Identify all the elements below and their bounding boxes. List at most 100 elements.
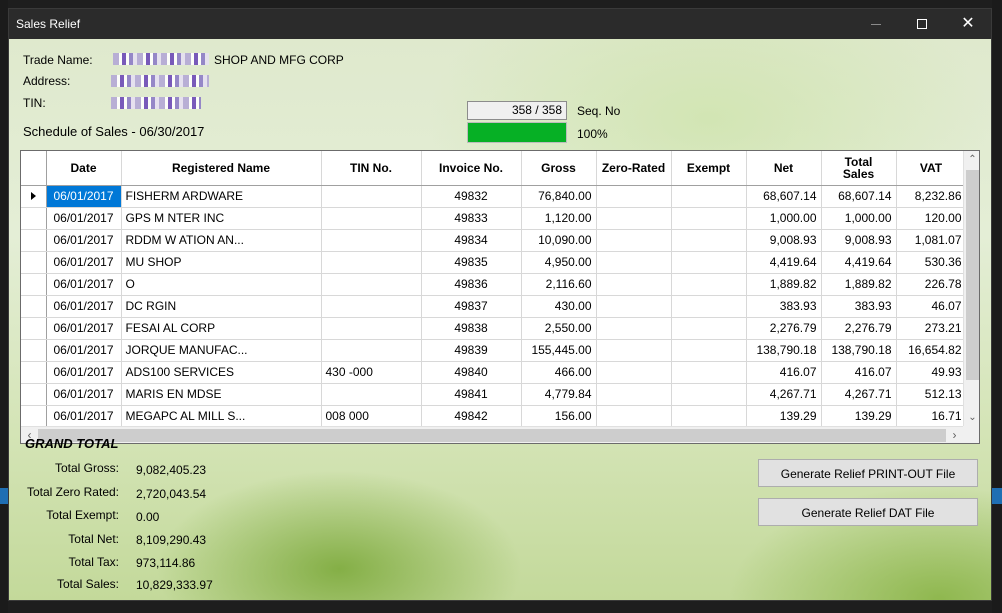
cell-exempt[interactable] (671, 317, 747, 340)
cell-registered-name[interactable]: MU SHOP (121, 251, 322, 274)
cell-net[interactable]: 138,790.18 (746, 339, 822, 362)
cell-zero-rated[interactable] (596, 273, 672, 296)
cell-vat[interactable]: 226.78 (896, 273, 967, 296)
cell-tin[interactable] (321, 229, 422, 252)
cell-date[interactable]: 06/01/2017 (46, 405, 122, 428)
cell-registered-name[interactable]: FISHERM ARDWARE (121, 185, 322, 208)
horizontal-scrollbar[interactable]: ‹ › (21, 426, 963, 443)
cell-invoice[interactable]: 49838 (421, 317, 522, 340)
column-header-invoice[interactable]: Invoice No. (421, 151, 522, 186)
cell-tin[interactable] (321, 207, 422, 230)
row-header[interactable] (21, 361, 47, 384)
cell-net[interactable]: 1,889.82 (746, 273, 822, 296)
cell-net[interactable]: 68,607.14 (746, 185, 822, 208)
cell-gross[interactable]: 4,779.84 (521, 383, 597, 406)
cell-gross[interactable]: 2,116.60 (521, 273, 597, 296)
table-row[interactable]: 06/01/2017 O 49836 2,116.60 1,889.82 1,889.8… (21, 273, 967, 296)
cell-total-sales[interactable]: 2,276.79 (821, 317, 897, 340)
cell-zero-rated[interactable] (596, 361, 672, 384)
cell-registered-name[interactable]: MEGAPC AL MILL S... (121, 405, 322, 428)
cell-zero-rated[interactable] (596, 339, 672, 362)
horizontal-scroll-thumb[interactable] (38, 429, 946, 442)
cell-tin[interactable] (321, 295, 422, 318)
cell-gross[interactable]: 76,840.00 (521, 185, 597, 208)
cell-date[interactable]: 06/01/2017 (46, 295, 122, 318)
cell-zero-rated[interactable] (596, 185, 672, 208)
table-row[interactable]: 06/01/2017 RDDM W ATION AN... 49834 10,090.… (21, 229, 967, 252)
cell-total-sales[interactable]: 1,889.82 (821, 273, 897, 296)
cell-invoice[interactable]: 49835 (421, 251, 522, 274)
cell-exempt[interactable] (671, 383, 747, 406)
cell-date[interactable]: 06/01/2017 (46, 383, 122, 406)
column-header-gross[interactable]: Gross (521, 151, 597, 186)
cell-net[interactable]: 383.93 (746, 295, 822, 318)
table-row[interactable]: 06/01/2017 ADS100 SERVICES 430 -000 49840 46… (21, 361, 967, 384)
row-header[interactable] (21, 207, 47, 230)
table-row[interactable]: 06/01/2017 MEGAPC AL MILL S... 008 000 4984… (21, 405, 967, 428)
cell-total-sales[interactable]: 416.07 (821, 361, 897, 384)
cell-tin[interactable] (321, 339, 422, 362)
cell-gross[interactable]: 10,090.00 (521, 229, 597, 252)
close-button[interactable]: ✕ (945, 9, 991, 39)
cell-vat[interactable]: 49.93 (896, 361, 967, 384)
table-row[interactable]: 06/01/2017 GPS M NTER INC 49833 1,120.00 1,0… (21, 207, 967, 230)
cell-tin[interactable]: 430 -000 (321, 361, 422, 384)
cell-date[interactable]: 06/01/2017 (46, 185, 122, 208)
cell-vat[interactable]: 8,232.86 (896, 185, 967, 208)
cell-total-sales[interactable]: 1,000.00 (821, 207, 897, 230)
cell-date[interactable]: 06/01/2017 (46, 339, 122, 362)
row-header[interactable] (21, 405, 47, 428)
cell-total-sales[interactable]: 383.93 (821, 295, 897, 318)
cell-total-sales[interactable]: 139.29 (821, 405, 897, 428)
cell-zero-rated[interactable] (596, 295, 672, 318)
column-header-date[interactable]: Date (46, 151, 122, 186)
cell-exempt[interactable] (671, 207, 747, 230)
cell-vat[interactable]: 1,081.07 (896, 229, 967, 252)
row-header[interactable] (21, 185, 47, 208)
cell-tin[interactable] (321, 383, 422, 406)
cell-invoice[interactable]: 49832 (421, 185, 522, 208)
maximize-button[interactable] (899, 9, 945, 39)
cell-gross[interactable]: 155,445.00 (521, 339, 597, 362)
cell-gross[interactable]: 430.00 (521, 295, 597, 318)
row-header[interactable] (21, 383, 47, 406)
scroll-up-icon[interactable]: ⌃ (964, 151, 979, 168)
cell-date[interactable]: 06/01/2017 (46, 317, 122, 340)
cell-date[interactable]: 06/01/2017 (46, 251, 122, 274)
row-header[interactable] (21, 295, 47, 318)
cell-exempt[interactable] (671, 361, 747, 384)
cell-registered-name[interactable]: O (121, 273, 322, 296)
sales-grid[interactable]: Date Registered Name TIN No. Invoice No.… (20, 150, 980, 444)
cell-date[interactable]: 06/01/2017 (46, 207, 122, 230)
cell-registered-name[interactable]: MARIS EN MDSE (121, 383, 322, 406)
scroll-down-icon[interactable]: ⌄ (964, 409, 979, 426)
table-row[interactable]: 06/01/2017 FESAI AL CORP 49838 2,550.00 2,27… (21, 317, 967, 340)
cell-registered-name[interactable]: FESAI AL CORP (121, 317, 322, 340)
cell-gross[interactable]: 156.00 (521, 405, 597, 428)
cell-tin[interactable] (321, 251, 422, 274)
cell-gross[interactable]: 466.00 (521, 361, 597, 384)
column-header-exempt[interactable]: Exempt (671, 151, 747, 186)
cell-invoice[interactable]: 49834 (421, 229, 522, 252)
cell-vat[interactable]: 16.71 (896, 405, 967, 428)
table-row[interactable]: 06/01/2017 MARIS EN MDSE 49841 4,779.84 4,26… (21, 383, 967, 406)
cell-vat[interactable]: 120.00 (896, 207, 967, 230)
table-row[interactable]: 06/01/2017 DC RGIN 49837 430.00 383.93 383.93… (21, 295, 967, 318)
cell-tin[interactable] (321, 185, 422, 208)
cell-invoice[interactable]: 49839 (421, 339, 522, 362)
row-header[interactable] (21, 339, 47, 362)
cell-zero-rated[interactable] (596, 383, 672, 406)
cell-total-sales[interactable]: 138,790.18 (821, 339, 897, 362)
cell-net[interactable]: 416.07 (746, 361, 822, 384)
cell-date[interactable]: 06/01/2017 (46, 229, 122, 252)
vertical-scrollbar[interactable]: ⌃ ⌄ (963, 151, 979, 426)
cell-registered-name[interactable]: RDDM W ATION AN... (121, 229, 322, 252)
cell-total-sales[interactable]: 68,607.14 (821, 185, 897, 208)
cell-invoice[interactable]: 49841 (421, 383, 522, 406)
title-bar[interactable]: Sales Relief ✕ (9, 9, 991, 39)
cell-zero-rated[interactable] (596, 229, 672, 252)
cell-total-sales[interactable]: 9,008.93 (821, 229, 897, 252)
cell-registered-name[interactable]: DC RGIN (121, 295, 322, 318)
cell-invoice[interactable]: 49840 (421, 361, 522, 384)
cell-total-sales[interactable]: 4,267.71 (821, 383, 897, 406)
